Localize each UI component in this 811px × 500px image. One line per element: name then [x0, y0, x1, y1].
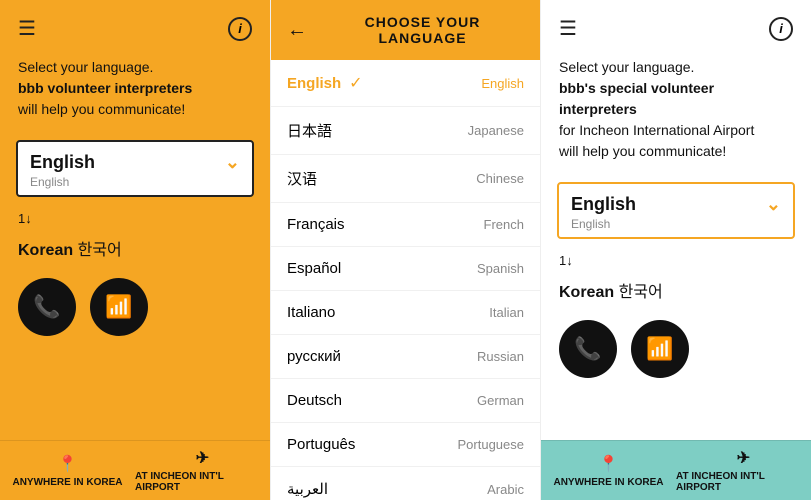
- language-native-name: English: [287, 75, 341, 92]
- right-top-bar: ☰ i: [541, 0, 811, 57]
- language-list-item[interactable]: العربية Arabic: [271, 467, 540, 500]
- left-language-dropdown[interactable]: English ⌄ English: [16, 140, 254, 197]
- right-anywhere-korea[interactable]: 📍 ANYWHERE IN KOREA: [541, 454, 676, 488]
- language-native-name: العربية: [287, 480, 328, 498]
- right-info-icon[interactable]: i: [769, 17, 793, 41]
- right-sort-indicator[interactable]: 1↓: [541, 247, 811, 274]
- language-list-item[interactable]: Deutsch German: [271, 379, 540, 423]
- left-info-icon[interactable]: i: [228, 17, 252, 41]
- right-wifi-button[interactable]: 📶: [631, 320, 689, 378]
- left-anywhere-label: ANYWHERE IN KOREA: [12, 477, 122, 488]
- right-bottom-bar: 📍 ANYWHERE IN KOREA ✈ AT INCHEON INT'L A…: [541, 440, 811, 500]
- language-native-name: Português: [287, 436, 355, 453]
- language-list-item[interactable]: English ✓ English: [271, 60, 540, 107]
- language-english-name: Portuguese: [458, 437, 525, 452]
- right-phone-icon: 📞: [574, 336, 601, 362]
- language-english-name: German: [477, 393, 524, 408]
- right-incheon-label: AT INCHEON INT'L AIRPORT: [676, 471, 811, 493]
- left-wifi-icon: 📶: [105, 294, 132, 320]
- language-native-name: Italiano: [287, 304, 335, 321]
- language-list-item[interactable]: 汉语 Chinese: [271, 155, 540, 203]
- left-selected-language: English: [30, 152, 95, 173]
- left-menu-icon[interactable]: ☰: [18, 16, 36, 41]
- left-anywhere-korea[interactable]: 📍 ANYWHERE IN KOREA: [0, 454, 135, 488]
- right-chevron-icon: ⌄: [766, 194, 781, 215]
- choose-language-title: CHOOSE YOUR LANGUAGE: [321, 14, 524, 46]
- left-wifi-button[interactable]: 📶: [90, 278, 148, 336]
- right-location-icon: 📍: [599, 454, 619, 474]
- language-english-name: Italian: [489, 305, 524, 320]
- language-native-name: 日本語: [287, 120, 332, 141]
- right-language-dropdown[interactable]: English ⌄ English: [557, 182, 795, 239]
- left-output-language: Korean 한국어: [0, 232, 270, 268]
- left-sort-indicator[interactable]: 1↓: [0, 205, 270, 232]
- language-list-item[interactable]: Español Spanish: [271, 247, 540, 291]
- middle-panel: ← CHOOSE YOUR LANGUAGE English ✓ English 日本…: [270, 0, 541, 500]
- left-incheon-airport[interactable]: ✈ AT INCHEON INT'L AIRPORT: [135, 448, 270, 493]
- language-english-name: Spanish: [477, 261, 524, 276]
- language-list-item[interactable]: Italiano Italian: [271, 291, 540, 335]
- left-chevron-icon: ⌄: [225, 152, 240, 173]
- language-list-item[interactable]: Français French: [271, 203, 540, 247]
- language-english-name: French: [484, 217, 524, 232]
- left-plane-icon: ✈: [196, 448, 209, 468]
- left-top-bar: ☰ i: [0, 0, 270, 57]
- left-panel: ☰ i Select your language. bbb volunteer …: [0, 0, 270, 500]
- left-incheon-label: AT INCHEON INT'L AIRPORT: [135, 471, 270, 493]
- language-native-name: 汉语: [287, 168, 317, 189]
- left-phone-icon: 📞: [33, 294, 60, 320]
- back-icon[interactable]: ←: [287, 19, 307, 42]
- language-check-icon: ✓: [349, 73, 362, 93]
- right-dropdown-sublabel: English: [571, 217, 781, 231]
- left-location-icon: 📍: [58, 454, 78, 474]
- language-english-name: Japanese: [468, 123, 524, 138]
- language-english-name: Chinese: [476, 171, 524, 186]
- language-native-name: Español: [287, 260, 341, 277]
- right-menu-icon[interactable]: ☰: [559, 16, 577, 41]
- left-call-button[interactable]: 📞: [18, 278, 76, 336]
- language-english-name: English: [481, 76, 524, 91]
- language-list-item[interactable]: Português Portuguese: [271, 423, 540, 467]
- language-native-name: Français: [287, 216, 345, 233]
- right-tagline: Select your language. bbb's special volu…: [541, 57, 811, 174]
- right-incheon-airport[interactable]: ✈ AT INCHEON INT'L AIRPORT: [676, 448, 811, 493]
- right-action-buttons: 📞 📶: [541, 310, 811, 388]
- right-selected-language: English: [571, 194, 636, 215]
- right-wifi-icon: 📶: [646, 336, 673, 362]
- language-chooser-header: ← CHOOSE YOUR LANGUAGE: [271, 0, 540, 60]
- language-list: English ✓ English 日本語 Japanese 汉语 Chinese Franç…: [271, 60, 540, 500]
- left-tagline: Select your language. bbb volunteer inte…: [0, 57, 270, 132]
- right-anywhere-label: ANYWHERE IN KOREA: [553, 477, 663, 488]
- left-action-buttons: 📞 📶: [0, 268, 270, 346]
- left-bottom-bar: 📍 ANYWHERE IN KOREA ✈ AT INCHEON INT'L A…: [0, 440, 270, 500]
- language-english-name: Arabic: [487, 482, 524, 497]
- language-list-item[interactable]: русский Russian: [271, 335, 540, 379]
- left-dropdown-sublabel: English: [30, 175, 240, 189]
- right-output-language: Korean 한국어: [541, 274, 811, 310]
- language-native-name: Deutsch: [287, 392, 342, 409]
- right-call-button[interactable]: 📞: [559, 320, 617, 378]
- right-plane-icon: ✈: [737, 448, 750, 468]
- language-list-item[interactable]: 日本語 Japanese: [271, 107, 540, 155]
- right-panel: ☰ i Select your language. bbb's special …: [541, 0, 811, 500]
- language-english-name: Russian: [477, 349, 524, 364]
- language-native-name: русский: [287, 348, 341, 365]
